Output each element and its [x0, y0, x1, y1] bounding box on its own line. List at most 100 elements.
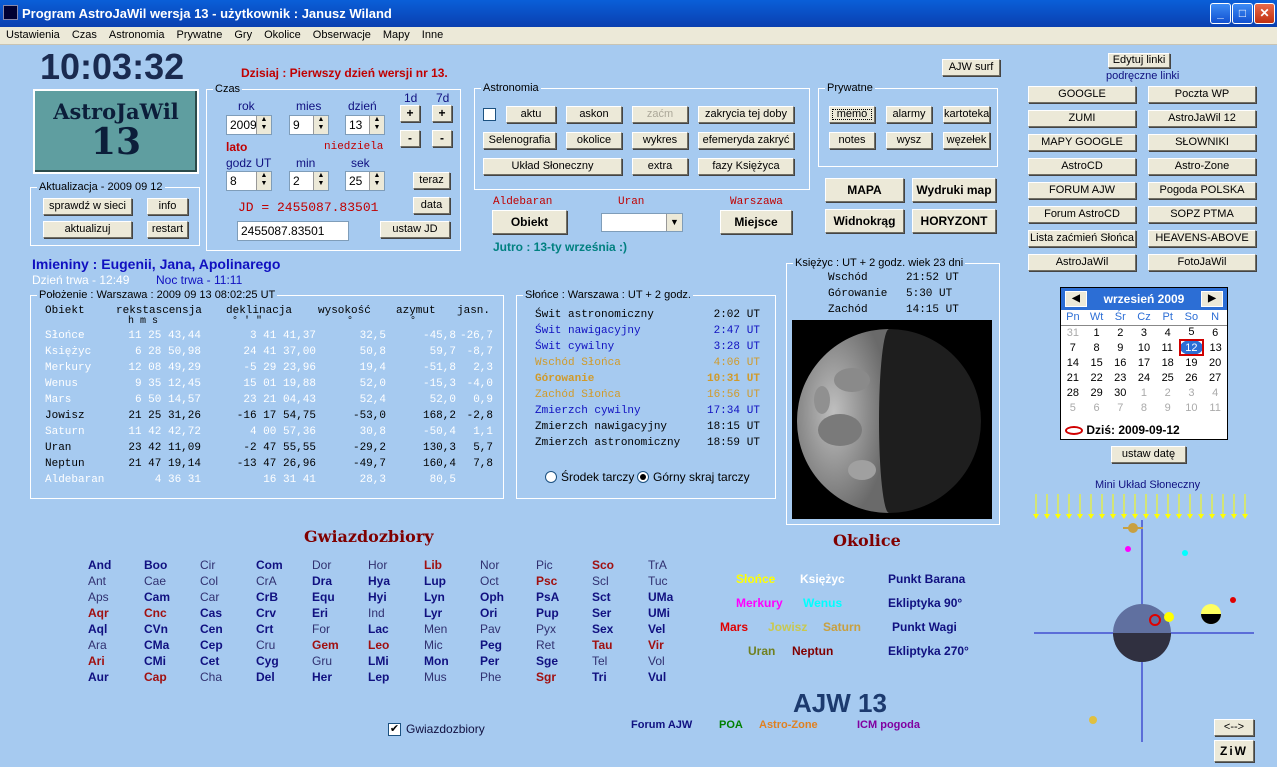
okolice-item[interactable]: Mars — [720, 620, 748, 634]
astronomia-checkbox[interactable] — [483, 108, 496, 121]
efemeryda-button[interactable]: efemeryda zakryć — [698, 132, 794, 149]
calendar-day[interactable]: 19 — [1180, 355, 1204, 370]
constellation-link[interactable]: Oph — [480, 590, 504, 604]
constellation-link[interactable]: UMi — [648, 606, 670, 620]
table-row[interactable]: Jowisz 21 25 31,26 -16 17 54,75 -53,0 168,2-… — [45, 408, 493, 424]
constellation-link[interactable]: PsA — [536, 590, 559, 604]
month-input[interactable]: 9 ▲ ▼ — [289, 115, 329, 135]
constellation-link[interactable]: Lac — [368, 622, 389, 636]
maximize-button[interactable]: □ — [1232, 3, 1253, 24]
day-input[interactable]: 13 ▲ ▼ — [345, 115, 385, 135]
constellation-link[interactable]: Aqr — [88, 606, 109, 620]
constellation-link[interactable]: Hor — [368, 558, 387, 572]
calendar-day[interactable]: 24 — [1132, 370, 1156, 385]
link-fotojawil[interactable]: FotoJaWil — [1148, 254, 1256, 271]
constellation-link[interactable]: Tau — [592, 638, 612, 652]
month-spinner[interactable]: ▲ ▼ — [313, 116, 328, 134]
okolice-button[interactable]: okolice — [566, 132, 622, 149]
constellation-link[interactable]: Cir — [200, 558, 215, 572]
constellation-link[interactable]: Sge — [536, 654, 558, 668]
link-astro-zone[interactable]: Astro-Zone — [1148, 158, 1256, 175]
constellation-link[interactable]: CMi — [144, 654, 166, 668]
calendar-today[interactable]: Dziś: 2009-09-12 — [1065, 423, 1180, 437]
uklad-sloneczny-button[interactable]: Układ Słoneczny — [483, 158, 622, 175]
constellation-link[interactable]: Lyn — [424, 590, 445, 604]
obiekt-button[interactable]: Obiekt — [492, 210, 567, 234]
gwiazdozbiory-checkbox[interactable]: ✔ — [388, 723, 401, 736]
okolice-item[interactable]: Ekliptyka 90° — [888, 596, 962, 610]
constellation-link[interactable]: Per — [480, 654, 499, 668]
chevron-down-icon[interactable]: ▼ — [666, 214, 682, 231]
jd-input[interactable]: 2455087.83501 — [237, 221, 349, 241]
info-button[interactable]: info — [147, 198, 188, 215]
constellation-link[interactable]: TrA — [648, 558, 667, 572]
constellation-link[interactable]: CVn — [144, 622, 168, 636]
constellation-link[interactable]: Cru — [256, 638, 275, 652]
calendar-day[interactable]: 3 — [1132, 325, 1156, 340]
okolice-item[interactable]: Księżyc — [800, 572, 845, 586]
okolice-item[interactable]: Słońce — [736, 572, 775, 586]
link-forum-ajw[interactable]: FORUM AJW — [1028, 182, 1136, 199]
minus-7d-button[interactable]: - — [432, 130, 452, 147]
link-mapy-google[interactable]: MAPY GOOGLE — [1028, 134, 1136, 151]
constellation-link[interactable]: Oct — [480, 574, 499, 588]
calendar-day[interactable]: 1 — [1132, 385, 1156, 400]
constellation-link[interactable]: Cap — [144, 670, 167, 684]
constellation-link[interactable]: Tel — [592, 654, 607, 668]
constellation-link[interactable]: Ara — [88, 638, 107, 652]
constellation-link[interactable]: Mus — [424, 670, 447, 684]
horyzont-button[interactable]: HORYZONT — [912, 209, 996, 233]
constellation-link[interactable]: Leo — [368, 638, 389, 652]
calendar-day[interactable]: 23 — [1108, 370, 1132, 385]
constellation-link[interactable]: Sct — [592, 590, 611, 604]
table-row[interactable]: Księżyc 6 28 50,98 24 41 37,00 50,8 59,7 -8,7 — [45, 344, 493, 360]
menu-okolice[interactable]: Okolice — [258, 27, 307, 44]
link-astrojawil[interactable]: AstroJaWil — [1028, 254, 1136, 271]
menu-astronomia[interactable]: Astronomia — [103, 27, 171, 44]
okolice-item[interactable]: Jowisz — [768, 620, 807, 634]
constellation-link[interactable]: Cen — [200, 622, 223, 636]
menu-gry[interactable]: Gry — [228, 27, 258, 44]
constellation-link[interactable]: Ret — [536, 638, 555, 652]
memo-button[interactable]: memo — [829, 106, 875, 123]
constellation-link[interactable]: Hya — [368, 574, 390, 588]
constellation-link[interactable]: Cet — [200, 654, 219, 668]
calendar-day[interactable]: 30 — [1108, 385, 1132, 400]
constellation-link[interactable]: Gem — [312, 638, 339, 652]
constellation-link[interactable]: Pup — [536, 606, 559, 620]
constellation-link[interactable]: Peg — [480, 638, 502, 652]
menu-inne[interactable]: Inne — [416, 27, 449, 44]
constellation-link[interactable]: Eri — [312, 606, 328, 620]
constellation-link[interactable]: CMa — [144, 638, 169, 652]
calendar-day[interactable]: 7 — [1061, 340, 1085, 355]
prev-month-button[interactable]: ◀ — [1065, 291, 1087, 307]
calendar-day[interactable]: 29 — [1085, 385, 1109, 400]
ziw-button[interactable]: ZiW — [1214, 740, 1254, 762]
calendar-day[interactable]: 5 — [1180, 325, 1204, 340]
constellation-link[interactable]: Aps — [88, 590, 109, 604]
kartoteka-button[interactable]: kartoteka — [943, 106, 990, 123]
constellation-link[interactable]: Cha — [200, 670, 222, 684]
calendar-day[interactable]: 27 — [1203, 370, 1227, 385]
constellation-link[interactable]: Col — [200, 574, 218, 588]
wydruki-map-button[interactable]: Wydruki map — [912, 178, 996, 202]
link-sopz-ptma[interactable]: SOPZ PTMA — [1148, 206, 1256, 223]
plus-1d-button[interactable]: + — [400, 105, 420, 122]
constellation-link[interactable]: Vol — [648, 654, 665, 668]
constellation-link[interactable]: Mon — [424, 654, 449, 668]
calendar-day[interactable]: 2 — [1108, 325, 1132, 340]
restart-button[interactable]: restart — [147, 221, 188, 238]
constellation-link[interactable]: Scl — [592, 574, 609, 588]
constellation-link[interactable]: Tuc — [648, 574, 668, 588]
footer-link[interactable]: POA — [719, 719, 743, 731]
constellation-link[interactable]: Vel — [648, 622, 665, 636]
ustaw-jd-button[interactable]: ustaw JD — [380, 221, 450, 238]
close-button[interactable]: ✕ — [1254, 3, 1275, 24]
calendar-day[interactable]: 10 — [1132, 340, 1156, 355]
constellation-link[interactable]: LMi — [368, 654, 389, 668]
askon-button[interactable]: askon — [566, 106, 622, 123]
constellation-link[interactable]: For — [312, 622, 330, 636]
calendar-day[interactable]: 25 — [1156, 370, 1180, 385]
calendar-day[interactable]: 15 — [1085, 355, 1109, 370]
constellation-link[interactable]: Ari — [88, 654, 105, 668]
